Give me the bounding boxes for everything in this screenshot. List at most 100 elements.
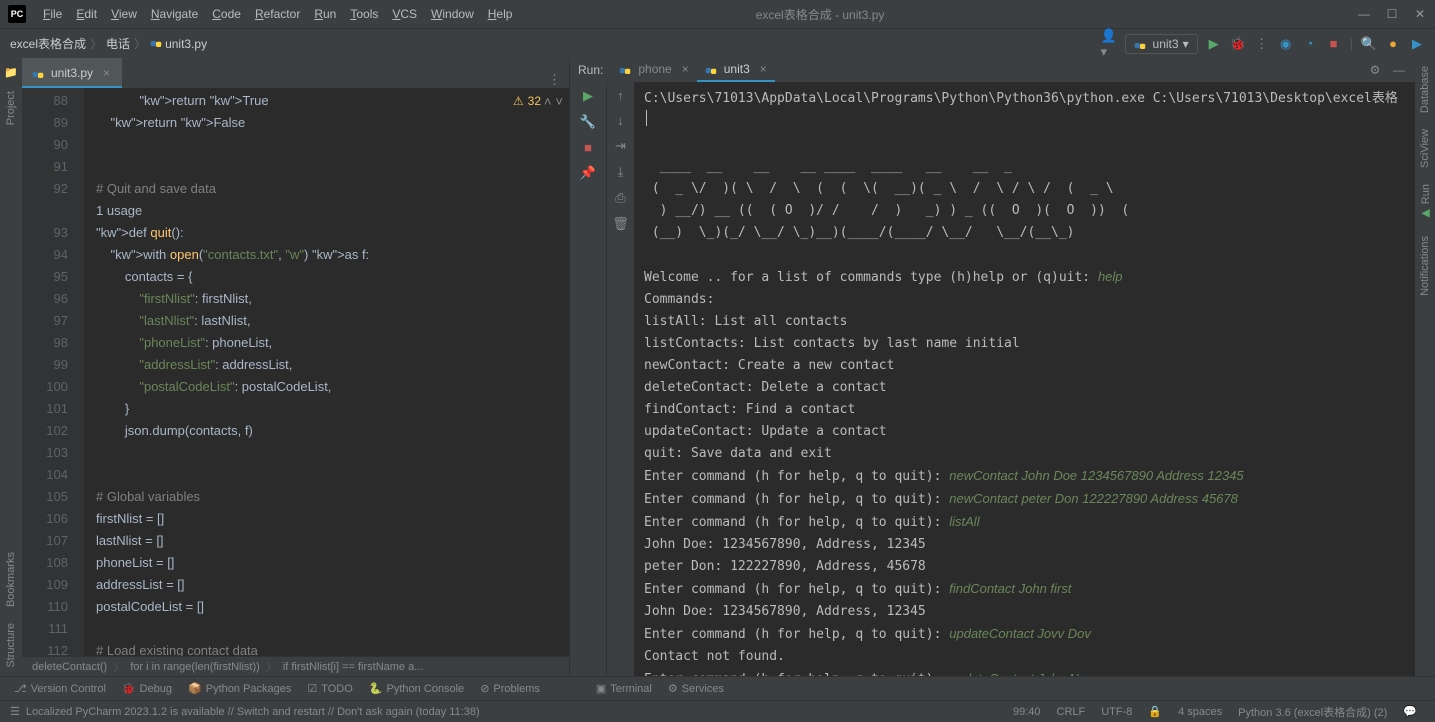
menu-file[interactable]: File (36, 7, 69, 21)
wrench-icon[interactable]: 🔧 (580, 114, 596, 130)
todo-icon: ☑ (307, 682, 317, 695)
menu-code[interactable]: Code (205, 7, 248, 21)
problems-icon: ⊘ (480, 682, 489, 695)
print-icon[interactable]: ⎙ (615, 190, 625, 206)
trash-icon[interactable]: 🗑 (612, 216, 629, 232)
close-tab-icon[interactable]: × (103, 66, 110, 80)
hamburger-icon[interactable]: ☰ (10, 705, 20, 718)
rail-notifications[interactable]: Notifications (1419, 228, 1431, 304)
python-icon (1134, 40, 1146, 52)
caret-position[interactable]: 99:40 (1005, 706, 1049, 718)
console-output[interactable]: C:\Users\71013\AppData\Local\Programs\Py… (634, 82, 1415, 676)
breadcrumb-item[interactable]: unit3.py (150, 37, 207, 51)
bottom-todo[interactable]: ☑TODO (299, 682, 360, 695)
run-tab-unit3[interactable]: unit3 × (697, 58, 775, 82)
rail-run[interactable]: ▶ Run (1419, 176, 1432, 228)
readonly-lock-icon[interactable]: 🔒 (1140, 705, 1170, 718)
menu-run[interactable]: Run (307, 7, 343, 21)
run-toolbar-inner: ↑ ↓ ⇥ ⤓ ⎙ 🗑 (606, 82, 634, 676)
minimize-button[interactable]: — (1357, 7, 1371, 21)
menu-refactor[interactable]: Refactor (248, 7, 307, 21)
main-menu: FileEditViewNavigateCodeRefactorRunTools… (36, 7, 519, 21)
right-tool-rail: Database SciView ▶ Run Notifications (1415, 58, 1435, 676)
debug-button-icon[interactable]: 🐞 (1230, 36, 1246, 52)
inspection-nav[interactable]: ˄˅ (544, 94, 563, 109)
code-crumb[interactable]: for i in range(len(firstNlist)) (130, 661, 260, 673)
up-arrow-icon[interactable]: ↑ (617, 88, 624, 103)
stop-button-icon[interactable]: ■ (1326, 36, 1342, 52)
chevron-down-icon: ▾ (1183, 37, 1189, 51)
editor-body[interactable]: ⚠ 32 ˄˅ 8889909192 939495969798991001011… (22, 88, 569, 656)
close-icon[interactable]: × (682, 62, 689, 76)
bottom-toolbar: ⎇Version Control🐞Debug📦Python Packages☑T… (0, 676, 1435, 700)
run-config-selector[interactable]: unit3 ▾ (1125, 34, 1198, 54)
menu-help[interactable]: Help (481, 7, 520, 21)
nav-toolbar: excel表格合成〉电话〉unit3.py 👤▾ unit3 ▾ ▶ 🐞 ⋮ ◉… (0, 28, 1435, 58)
scroll-end-icon[interactable]: ⤓ (618, 164, 624, 180)
warnings-badge[interactable]: ⚠ 32 (513, 94, 541, 108)
run-label: Run: (578, 63, 603, 77)
menu-vcs[interactable]: VCS (385, 7, 424, 21)
bottom-terminal[interactable]: ▣Terminal (588, 682, 660, 695)
editor-tab-unit3[interactable]: unit3.py × (22, 58, 122, 88)
run-settings-icon[interactable]: ⚙ (1367, 62, 1383, 78)
close-button[interactable]: ✕ (1413, 7, 1427, 21)
pin-icon[interactable]: 📌 (580, 165, 596, 181)
breadcrumb-item[interactable]: excel表格合成 (10, 37, 86, 51)
down-arrow-icon[interactable]: ↓ (617, 113, 624, 128)
run-pane: Run: phone ×unit3 × ⚙ — ▶ 🔧 ■ 📌 ↑ ↓ ⇥ ⤓ (570, 58, 1415, 676)
menu-navigate[interactable]: Navigate (144, 7, 205, 21)
run-button-icon[interactable]: ▶ (1206, 36, 1222, 52)
menu-edit[interactable]: Edit (69, 7, 104, 21)
menu-window[interactable]: Window (424, 7, 481, 21)
indent[interactable]: 4 spaces (1170, 706, 1230, 718)
rerun-icon[interactable]: ▶ (583, 88, 593, 104)
rail-bookmarks[interactable]: Bookmarks (5, 544, 17, 615)
bottom-problems[interactable]: ⊘Problems (472, 682, 548, 695)
maximize-button[interactable]: ☐ (1385, 7, 1399, 21)
bottom-bug[interactable]: 🐞Debug (114, 682, 180, 695)
run-minimize-icon[interactable]: — (1391, 62, 1407, 78)
coverage-icon[interactable]: ◉ (1278, 36, 1294, 52)
stop-icon[interactable]: ■ (584, 140, 592, 155)
bottom-package[interactable]: 📦Python Packages (180, 682, 299, 695)
branch-icon: ⎇ (14, 682, 27, 695)
services-icon: ⚙ (668, 682, 678, 695)
menu-tools[interactable]: Tools (343, 7, 385, 21)
python-icon (32, 69, 44, 81)
update-available-icon[interactable]: ● (1385, 36, 1401, 52)
editor-menu-icon[interactable]: ⋮ (540, 72, 569, 88)
close-icon[interactable]: × (760, 62, 767, 76)
window-controls: — ☐ ✕ (1357, 7, 1427, 21)
soft-wrap-icon[interactable]: ⇥ (615, 138, 626, 154)
rail-project[interactable]: Project (5, 83, 17, 133)
rail-sciview[interactable]: SciView (1419, 121, 1431, 176)
bottom-branch[interactable]: ⎇Version Control (6, 682, 114, 695)
app-logo: PC (8, 5, 26, 23)
titlebar: PC FileEditViewNavigateCodeRefactorRunTo… (0, 0, 1435, 28)
project-tool-icon[interactable]: 📁 (0, 62, 22, 83)
line-ending[interactable]: CRLF (1049, 706, 1094, 718)
profile-icon[interactable]: ◔ (1302, 36, 1318, 52)
users-icon[interactable]: 👤▾ (1101, 36, 1117, 52)
code-crumb[interactable]: deleteContact() (32, 661, 107, 673)
rail-structure[interactable]: Structure (5, 615, 17, 676)
status-bar: ☰ Localized PyCharm 2023.1.2 is availabl… (0, 700, 1435, 722)
status-message: Localized PyCharm 2023.1.2 is available … (26, 706, 480, 718)
code-area[interactable]: "kw">return "kw">True "kw">return "kw">F… (84, 88, 569, 656)
editor-tabs: unit3.py × ⋮ (22, 58, 569, 88)
interpreter[interactable]: Python 3.6 (excel表格合成) (2) (1230, 704, 1395, 720)
bottom-pyconsole[interactable]: 🐍Python Console (361, 682, 472, 695)
breadcrumb-item[interactable]: 电话 (106, 37, 130, 51)
search-icon[interactable]: 🔍 (1361, 36, 1377, 52)
more-run-icon[interactable]: ⋮ (1254, 36, 1270, 52)
menu-view[interactable]: View (104, 7, 144, 21)
settings-sync-icon[interactable]: ▶ (1409, 36, 1425, 52)
chat-icon[interactable]: 💬 (1395, 705, 1425, 718)
run-toolbar-left: ▶ 🔧 ■ 📌 (570, 82, 606, 676)
code-crumb[interactable]: if firstNlist[i] == firstName a... (283, 661, 424, 673)
rail-database[interactable]: Database (1419, 58, 1431, 121)
encoding[interactable]: UTF-8 (1093, 706, 1140, 718)
run-tab-phone[interactable]: phone × (611, 58, 696, 82)
bottom-services[interactable]: ⚙Services (660, 682, 732, 695)
